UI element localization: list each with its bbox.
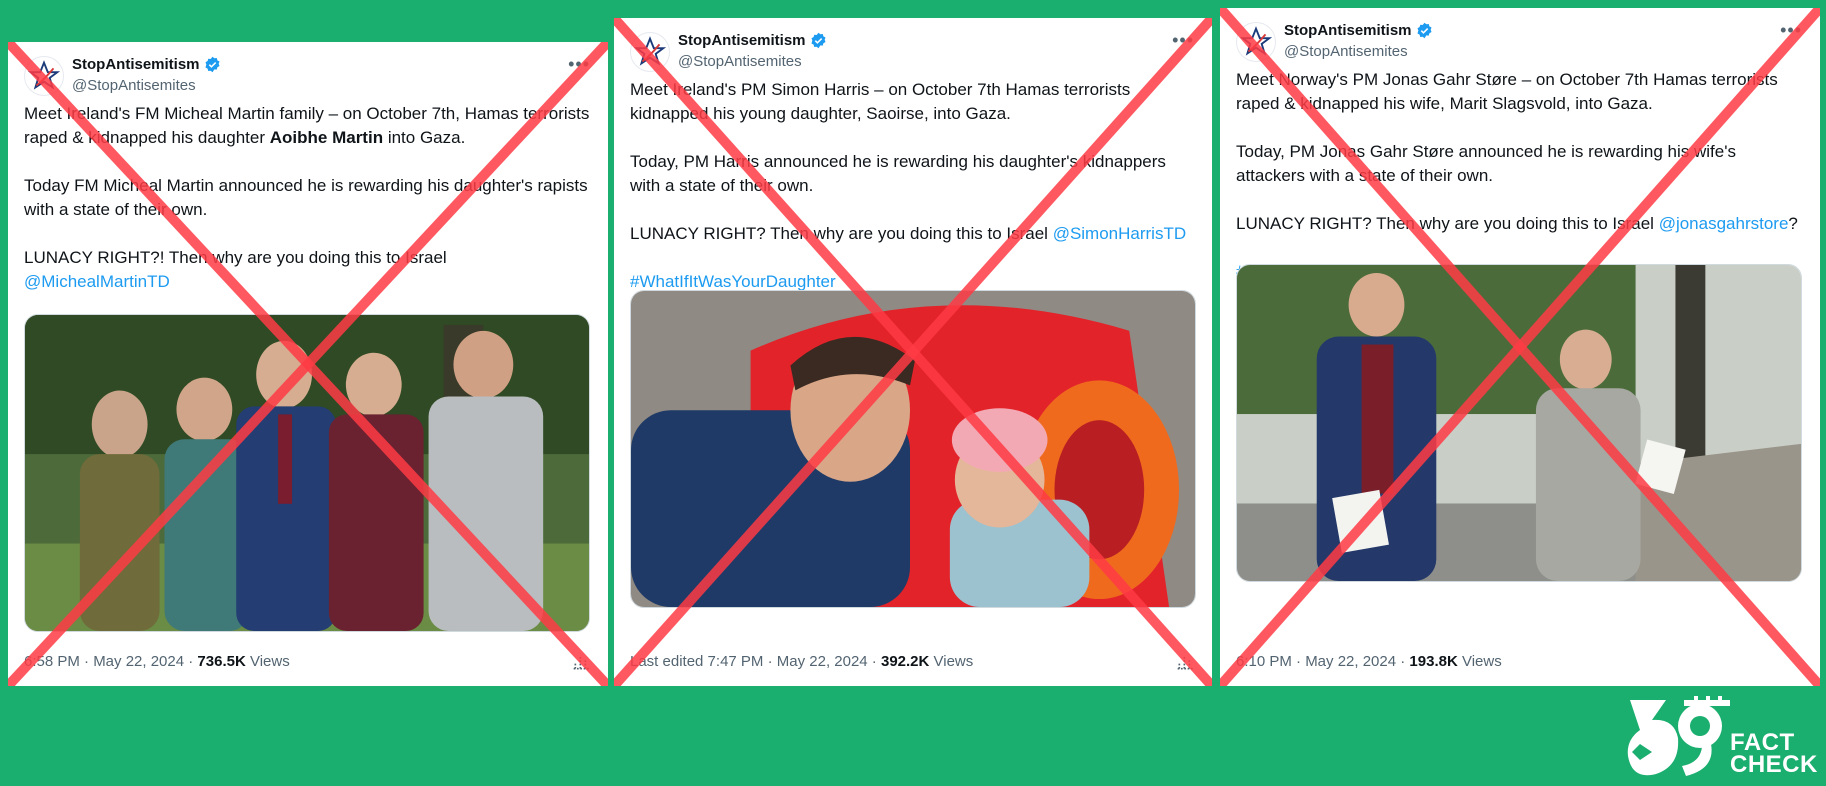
- account-handle[interactable]: @StopAntisemites: [1284, 43, 1408, 60]
- more-icon[interactable]: •••: [568, 54, 590, 75]
- tweet-text-p1: Meet Ireland's PM Simon Harris – on Octo…: [630, 80, 1131, 123]
- analytics-icon[interactable]: [1176, 652, 1196, 672]
- account-name[interactable]: StopAntisemitism: [1284, 22, 1412, 39]
- avatar[interactable]: [1236, 22, 1276, 62]
- tweet-text: Meet Ireland's PM Simon Harris – on Octo…: [614, 78, 1212, 294]
- avatar[interactable]: [24, 56, 64, 96]
- star-logo-icon: [27, 60, 61, 90]
- couple-photo: [1237, 265, 1801, 581]
- tweet-text: Meet Ireland's FM Micheal Martin family …: [8, 102, 608, 294]
- tweet-photo[interactable]: [630, 290, 1196, 608]
- tweet-text-p2: Today FM Micheal Martin announced he is …: [24, 176, 588, 219]
- check-word: CHECK: [1730, 751, 1818, 778]
- star-logo-icon: [1239, 26, 1273, 56]
- fact-check-emblem-icon: [1627, 696, 1730, 776]
- tweet-text-p1: Meet Norway's PM Jonas Gahr Støre – on O…: [1236, 70, 1778, 113]
- avatar[interactable]: [630, 32, 670, 72]
- tweet-meta: 6:58 PM · May 22, 2024 · 736.5K Views: [24, 653, 290, 670]
- tweet-card-jonas-gahr-store[interactable]: StopAntisemitism @StopAntisemites ••• Me…: [1220, 8, 1820, 686]
- views-label: Views: [1457, 653, 1502, 670]
- tweet-text-p3: LUNACY RIGHT?! Then why are you doing th…: [24, 248, 447, 267]
- verified-badge-icon: [811, 32, 826, 49]
- views-count: 736.5K: [197, 653, 246, 670]
- family-photo: [25, 315, 589, 631]
- tweet-text-p2: Today, PM Harris announced he is rewardi…: [630, 152, 1166, 195]
- more-icon[interactable]: •••: [1780, 20, 1802, 41]
- timestamp[interactable]: 6:10 PM · May 22, 2024 ·: [1236, 653, 1409, 670]
- views-count: 392.2K: [880, 653, 930, 670]
- tweet-meta: 6:10 PM · May 22, 2024 · 193.8K Views: [1236, 653, 1502, 670]
- tweet-text-bold-name: Aoibhe Martin: [269, 128, 384, 147]
- tweet-card-simon-harris[interactable]: StopAntisemitism @StopAntisemites ••• Me…: [614, 18, 1212, 686]
- account-handle[interactable]: @StopAntisemites: [678, 53, 802, 70]
- mention-link[interactable]: @MichealMartinTD: [24, 272, 170, 291]
- account-name[interactable]: StopAntisemitism: [678, 32, 806, 49]
- verified-badge-icon: [1417, 22, 1432, 39]
- tweet-photo[interactable]: [1236, 264, 1802, 582]
- views-label: Views: [929, 653, 974, 670]
- mention-suffix: ?: [1788, 214, 1798, 233]
- views-label: Views: [245, 653, 290, 670]
- hashtag-link[interactable]: #WhatIfItWasYourDaughter: [630, 272, 836, 291]
- tweet-header: StopAntisemitism @StopAntisemites •••: [614, 18, 1212, 78]
- account-handle[interactable]: @StopAntisemites: [72, 77, 196, 94]
- father-daughter-photo: [631, 291, 1195, 607]
- verified-badge-icon: [205, 56, 220, 73]
- fact-check-logo: FACT CHECK: [1622, 696, 1820, 780]
- tweet-header: StopAntisemitism @StopAntisemites •••: [8, 42, 608, 102]
- tweet-photo[interactable]: [24, 314, 590, 632]
- tweet-text-p2: Today, PM Jonas Gahr Støre announced he …: [1236, 142, 1736, 185]
- tweet-card-micheal-martin[interactable]: StopAntisemitism @StopAntisemites ••• Me…: [8, 42, 608, 686]
- mention-link[interactable]: @jonasgahrstore: [1659, 214, 1789, 233]
- tweet-text-p3: LUNACY RIGHT? Then why are you doing thi…: [1236, 214, 1659, 233]
- tweet-header: StopAntisemitism @StopAntisemites •••: [1220, 8, 1820, 68]
- mention-link[interactable]: @SimonHarrisTD: [1053, 224, 1186, 243]
- timestamp[interactable]: Last edited 7:47 PM · May 22, 2024 ·: [630, 653, 881, 670]
- tweet-text-p1b: into Gaza.: [383, 128, 466, 147]
- fact-check-wordmark: FACT CHECK: [1730, 731, 1818, 778]
- tweet-text: Meet Norway's PM Jonas Gahr Støre – on O…: [1220, 68, 1820, 284]
- tweet-meta: Last edited 7:47 PM · May 22, 2024 · 392…: [630, 653, 973, 670]
- views-count: 193.8K: [1409, 653, 1458, 670]
- account-name[interactable]: StopAntisemitism: [72, 56, 200, 73]
- tweet-text-p3: LUNACY RIGHT? Then why are you doing thi…: [630, 224, 1053, 243]
- timestamp[interactable]: 6:58 PM · May 22, 2024 ·: [24, 653, 197, 670]
- more-icon[interactable]: •••: [1172, 30, 1194, 51]
- star-logo-icon: [633, 36, 667, 66]
- analytics-icon[interactable]: [572, 652, 592, 672]
